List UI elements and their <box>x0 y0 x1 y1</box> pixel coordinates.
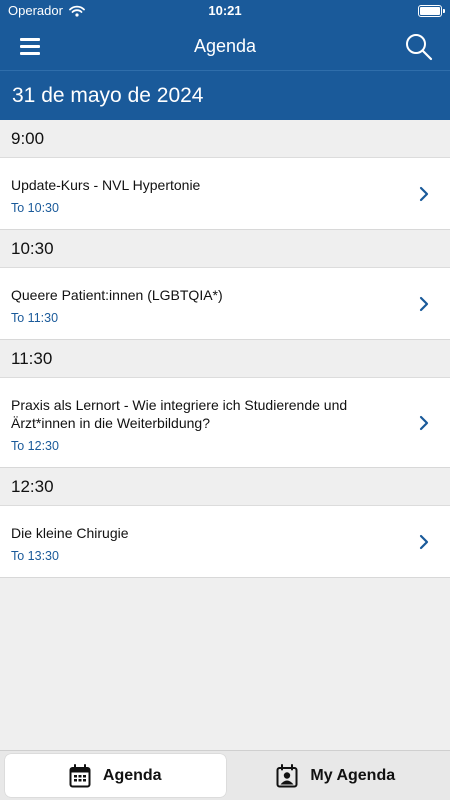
agenda-section: 9:00 Update-Kurs - NVL Hypertonie To 10:… <box>0 120 450 230</box>
agenda-item-title: Queere Patient:innen (LGBTQIA*) <box>11 287 223 303</box>
tab-label: My Agenda <box>310 766 396 784</box>
agenda-item-title: Die kleine Chirugie <box>11 525 129 541</box>
status-bar: Operador 10:21 <box>0 0 450 22</box>
tab-label: Agenda <box>102 766 162 784</box>
agenda-item-end-time: To 13:30 <box>11 549 59 563</box>
chevron-right-icon <box>419 186 429 201</box>
agenda-item[interactable]: Praxis als Lernort - Wie integriere ich … <box>0 378 450 468</box>
agenda-item-end-time: To 12:30 <box>11 439 59 453</box>
section-time-header: 10:30 <box>0 230 450 268</box>
chevron-right-icon <box>419 534 429 549</box>
menu-button[interactable] <box>14 34 46 58</box>
agenda-item-title: Update-Kurs - NVL Hypertonie <box>11 177 201 193</box>
navigation-bar: Agenda <box>0 22 450 70</box>
tab-agenda[interactable]: Agenda <box>5 754 226 797</box>
page-title: Agenda <box>193 35 257 56</box>
hamburger-icon <box>20 37 40 41</box>
battery-icon <box>418 5 445 17</box>
section-time-header: 9:00 <box>0 120 450 158</box>
search-icon[interactable] <box>404 32 434 62</box>
section-time-header: 11:30 <box>0 340 450 378</box>
chevron-right-icon <box>419 296 429 311</box>
agenda-item[interactable]: Queere Patient:innen (LGBTQIA*) To 11:30 <box>0 268 450 340</box>
status-time: 10:21 <box>208 3 242 18</box>
my-agenda-icon <box>276 763 298 787</box>
agenda-item-end-time: To 11:30 <box>11 311 59 325</box>
agenda-section: 11:30 Praxis als Lernort - Wie integrier… <box>0 340 450 468</box>
tab-bar: Agenda My Agenda <box>0 750 450 800</box>
date-header: 31 de mayo de 2024 <box>0 70 450 120</box>
hamburger-icon-line <box>20 51 40 55</box>
chevron-right-icon <box>419 415 429 430</box>
agenda-item-end-time: To 10:30 <box>11 201 59 215</box>
agenda-section: 10:30 Queere Patient:innen (LGBTQIA*) To… <box>0 230 450 340</box>
tab-my-agenda[interactable]: My Agenda <box>226 754 447 797</box>
agenda-section: 12:30 Die kleine Chirugie To 13:30 <box>0 468 450 578</box>
hamburger-icon-line <box>20 44 40 48</box>
header: Operador 10:21 Agenda 31 de mayo de 2024 <box>0 0 450 120</box>
calendar-icon <box>69 763 91 787</box>
agenda-item[interactable]: Update-Kurs - NVL Hypertonie To 10:30 <box>0 158 450 230</box>
agenda-item-title: Praxis als Lernort - Wie integriere ich … <box>11 397 348 431</box>
agenda-item[interactable]: Die kleine Chirugie To 13:30 <box>0 506 450 578</box>
agenda-list: 9:00 Update-Kurs - NVL Hypertonie To 10:… <box>0 120 450 578</box>
section-time-header: 12:30 <box>0 468 450 506</box>
